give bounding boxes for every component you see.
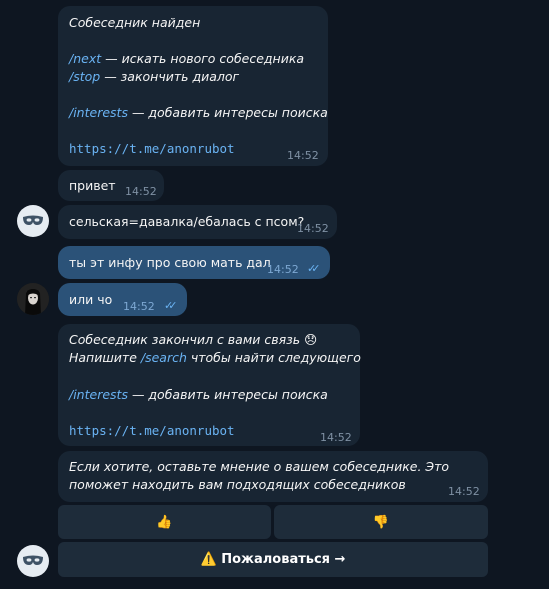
message-text: Если хотите, оставьте мнение о вашем соб… <box>69 459 450 474</box>
stop-command-link[interactable]: /stop <box>69 69 100 84</box>
message-text: Собеседник закончил с вами связь <box>69 332 301 347</box>
interests-command-link[interactable]: /interests <box>69 387 128 402</box>
thumbs-down-icon: 👎 <box>372 514 390 530</box>
search-command-link[interactable]: /search <box>141 350 187 365</box>
user-avatar[interactable] <box>17 283 49 315</box>
message-time: 14:52 <box>123 300 155 313</box>
message-time: 14:52 <box>448 485 480 498</box>
mask-icon <box>23 555 43 565</box>
message-bot-feedback: Если хотите, оставьте мнение о вашем соб… <box>58 451 488 502</box>
read-check-icon: ✓✓ <box>164 299 178 312</box>
message-time: 14:52 <box>125 185 157 198</box>
bot-link[interactable]: https://t.me/anonrubot <box>69 422 235 440</box>
thumbs-up-icon: 👍 <box>156 514 173 530</box>
report-button[interactable]: ⚠️ Пожаловаться → <box>58 542 488 577</box>
message-text: ты эт инфу про свою мать дал <box>69 255 271 270</box>
disappointed-emoji-icon: 😞 <box>304 332 318 347</box>
user-photo-icon <box>17 283 49 315</box>
message-text: привет <box>69 178 116 193</box>
thumbs-up-button[interactable]: 👍 <box>58 505 271 539</box>
next-description: — искать нового собеседника <box>101 51 305 66</box>
report-label: ⚠️ Пожаловаться → <box>200 552 346 567</box>
interests-command-link[interactable]: /interests <box>69 105 128 120</box>
interests-description: — добавить интересы поиска <box>127 105 328 120</box>
message-incoming: сельская=давалка/ебалась с псом? 14:52 <box>58 205 337 239</box>
next-command-link[interactable]: /next <box>69 51 101 66</box>
message-text: сельская=давалка/ебалась с псом? <box>69 214 305 229</box>
message-time: 14:52 <box>267 263 299 276</box>
message-outgoing: ты эт инфу про свою мать дал 14:52 ✓✓ <box>58 246 330 279</box>
message-text: Напишите <box>69 350 141 365</box>
interests-description: — добавить интересы поиска <box>127 387 328 402</box>
message-time: 14:52 <box>320 431 352 444</box>
message-bot-ended: Собеседник закончил с вами связь 😞 Напиш… <box>58 324 361 446</box>
read-check-icon: ✓✓ <box>307 262 321 275</box>
message-bot-found: Собеседник найден /next — искать нового … <box>58 6 328 166</box>
stop-description: — закончить диалог <box>100 69 240 84</box>
message-text: Собеседник найден <box>69 15 201 30</box>
message-text: или чо <box>69 292 113 307</box>
message-time: 14:52 <box>297 222 329 235</box>
bot-avatar[interactable] <box>17 205 49 237</box>
message-incoming: привет 14:52 <box>58 170 164 201</box>
message-time: 14:52 <box>287 149 319 162</box>
bot-avatar[interactable] <box>17 545 49 577</box>
thumbs-down-button[interactable]: 👎 <box>274 505 488 539</box>
mask-icon <box>23 215 43 225</box>
message-text: поможет находить вам подходящих собеседн… <box>69 477 406 492</box>
message-text: чтобы найти следующего <box>186 350 361 365</box>
message-outgoing: или чо 14:52 ✓✓ <box>58 283 187 316</box>
bot-link[interactable]: https://t.me/anonrubot <box>69 140 235 158</box>
